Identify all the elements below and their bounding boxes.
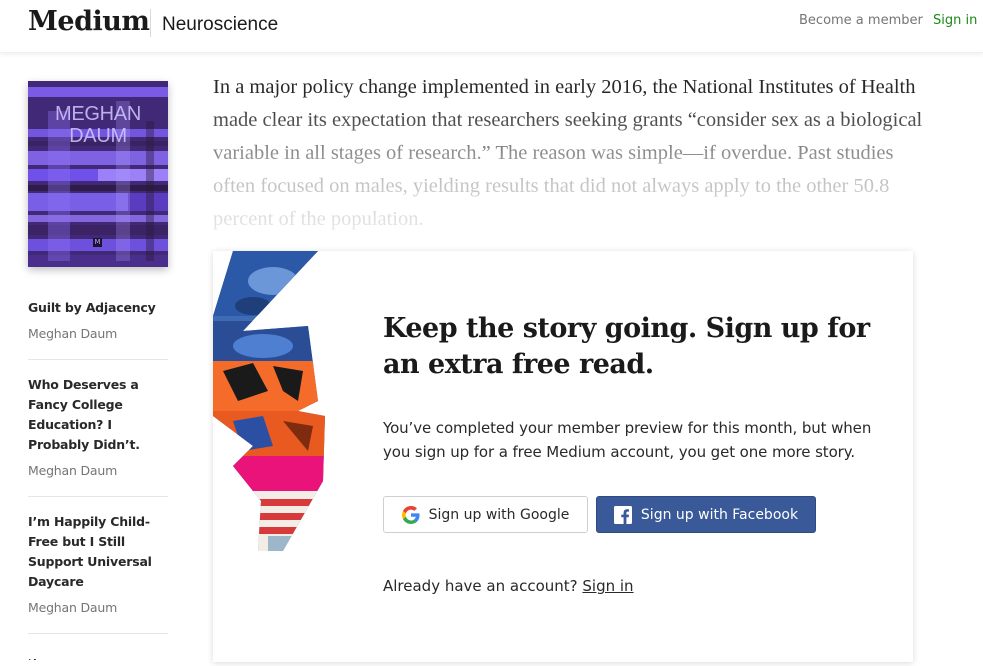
publication-name[interactable]: Neuroscience bbox=[162, 14, 278, 36]
facebook-f-icon bbox=[613, 505, 632, 524]
article-paragraph: In a major policy change implemented in … bbox=[213, 76, 923, 230]
cover-author-line-1: MEGHAN bbox=[55, 103, 141, 125]
facebook-button-label: Sign up with Facebook bbox=[640, 506, 799, 523]
cover-m-badge: M bbox=[93, 238, 102, 247]
sidebar-article-author: Meghan Daum bbox=[28, 463, 118, 478]
paywall-description: You’ve completed your member preview for… bbox=[383, 419, 872, 461]
header-sign-in-link[interactable]: Sign in bbox=[933, 13, 977, 28]
sign-up-with-google-button[interactable]: Sign up with Google bbox=[383, 496, 588, 533]
google-g-icon bbox=[401, 505, 420, 524]
top-navigation-bar: Medium Neuroscience Become a member Sign… bbox=[0, 0, 983, 53]
sidebar-article-author: Meghan Daum bbox=[28, 600, 118, 615]
already-have-account-row: Already have an account? Sign in bbox=[383, 577, 634, 595]
header-divider bbox=[150, 9, 151, 37]
sidebar-divider bbox=[28, 496, 168, 497]
become-member-link[interactable]: Become a member bbox=[799, 13, 923, 28]
sidebar-article-item[interactable]: Guilt by Adjacency Meghan Daum bbox=[28, 298, 168, 344]
sidebar-article-title: Who Deserves a Fancy College Education? … bbox=[28, 377, 140, 452]
sidebar-next-item-cut: N bbox=[28, 659, 52, 665]
sidebar-article-item[interactable]: Who Deserves a Fancy College Education? … bbox=[28, 375, 168, 481]
sidebar-article-title: Guilt by Adjacency bbox=[28, 300, 156, 315]
cover-author-line-2: DAUM bbox=[69, 125, 127, 147]
cover-author-name: MEGHAN DAUM bbox=[28, 103, 168, 147]
already-have-account-text: Already have an account? bbox=[383, 577, 578, 595]
paywall-sign-in-link[interactable]: Sign in bbox=[582, 577, 633, 595]
article-preview: In a major policy change implemented in … bbox=[213, 71, 933, 237]
sidebar-article-title: I’m Happily Child-Free but I Still Suppo… bbox=[28, 514, 152, 589]
author-book-cover[interactable]: MEGHAN DAUM M bbox=[28, 81, 168, 267]
signup-paywall-card: Keep the story going. Sign up for an ext… bbox=[213, 251, 913, 662]
sidebar-next-item-text: N bbox=[28, 659, 52, 663]
paywall-collage-art bbox=[213, 251, 325, 551]
sign-up-with-facebook-button[interactable]: Sign up with Facebook bbox=[596, 496, 816, 533]
google-button-label: Sign up with Google bbox=[428, 506, 570, 523]
sidebar-divider bbox=[28, 633, 168, 634]
sidebar-article-item[interactable]: I’m Happily Child-Free but I Still Suppo… bbox=[28, 512, 168, 618]
sidebar-divider bbox=[28, 359, 168, 360]
paywall-heading: Keep the story going. Sign up for an ext… bbox=[383, 313, 870, 380]
medium-logo[interactable]: Medium bbox=[28, 6, 150, 37]
sidebar-article-author: Meghan Daum bbox=[28, 326, 118, 341]
